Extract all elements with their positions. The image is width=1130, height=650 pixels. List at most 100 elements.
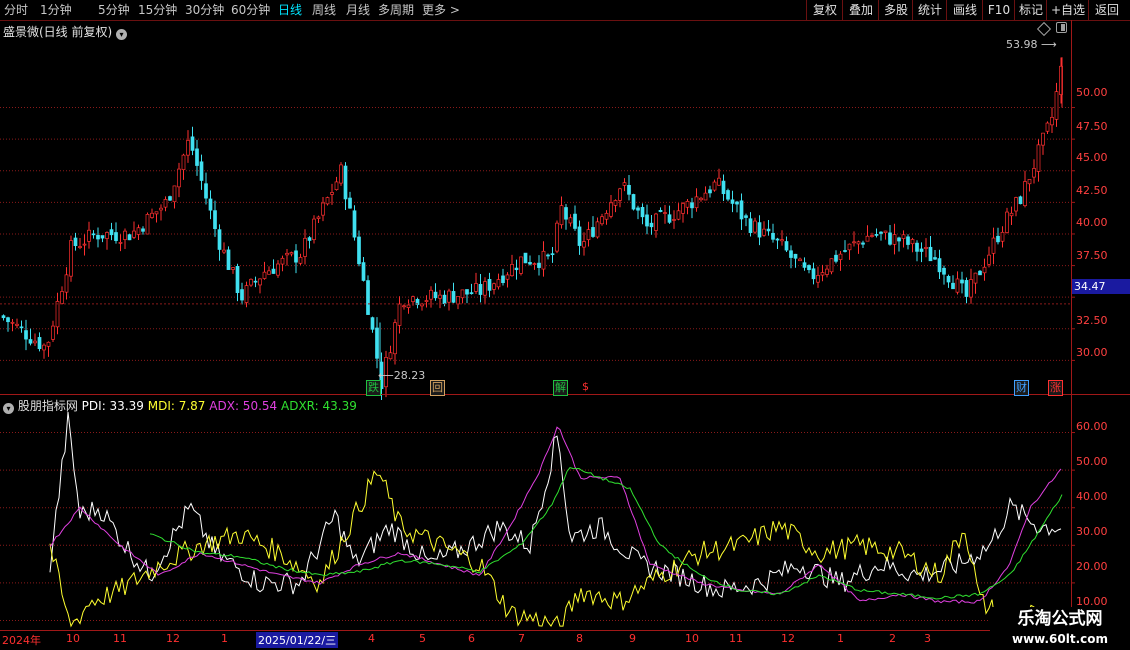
y-tick-30: 30.00 [1076, 346, 1108, 359]
candle-body [505, 274, 510, 280]
x-label-aug: 8 [576, 632, 583, 645]
candle-body [483, 281, 487, 296]
event-badge-unlock[interactable]: 解 [553, 380, 568, 396]
candle-body [933, 257, 937, 260]
candle-body [771, 232, 775, 240]
candle-body [780, 239, 784, 242]
event-badge-rise[interactable]: 涨 [1048, 380, 1063, 396]
candle-body [82, 243, 87, 246]
candle-body [870, 235, 874, 237]
ind-y-tick-30: 30.00 [1076, 525, 1108, 538]
candle-body [1050, 116, 1054, 126]
candle-body [627, 185, 631, 195]
candle-body [303, 237, 307, 257]
x-label-cursor-date: 2025/01/22/三 [256, 632, 339, 648]
candle-body [487, 278, 492, 291]
candle-body [393, 322, 397, 355]
chevron-down-icon[interactable]: ▾ [116, 29, 128, 40]
candle-body [690, 202, 694, 209]
candle-body [883, 230, 888, 234]
candle-body [132, 230, 136, 238]
candle-body [388, 352, 393, 360]
y-tick-40: 40.00 [1076, 216, 1108, 229]
candle-body [141, 228, 145, 232]
candle-body [649, 222, 654, 228]
x-label-nov: 11 [113, 632, 127, 645]
x-label-mar: 3 [924, 632, 931, 645]
candle-body [69, 240, 73, 277]
candle-body [217, 229, 222, 250]
candle-body [667, 214, 672, 223]
chevron-down-icon[interactable]: ▾ [3, 403, 14, 414]
candle-body [861, 242, 865, 245]
candle-body [600, 216, 604, 225]
candle-body [456, 296, 460, 305]
candle-body [654, 213, 658, 231]
candle-body [370, 317, 375, 330]
candle-body [154, 211, 159, 215]
x-label-may: 5 [419, 632, 426, 645]
candle-body [253, 280, 258, 283]
low-price-label: 28.23 [393, 369, 426, 382]
candle-body [991, 237, 996, 254]
candle-body [946, 276, 951, 283]
candle-body [901, 234, 906, 239]
stock-title: 盛景微(日线 前复权) [3, 25, 113, 39]
candle-body [1009, 212, 1014, 217]
candle-body [150, 212, 154, 218]
candle-body [87, 229, 91, 242]
candle-body [42, 344, 46, 351]
candle-body [951, 282, 955, 290]
candle-body [717, 177, 721, 186]
candle-body [357, 236, 361, 265]
event-badge-fall[interactable]: 跌 [366, 380, 381, 396]
candle-body [847, 243, 852, 251]
candle-body [442, 294, 447, 305]
candle-body [447, 290, 451, 303]
right-axis-divider [1071, 20, 1072, 631]
event-badge-dividend[interactable]: $ [581, 380, 590, 394]
candle-body [343, 165, 348, 200]
candle-body [802, 262, 807, 268]
candle-body [744, 215, 748, 218]
candle-body [1032, 168, 1036, 178]
candle-body [168, 196, 172, 201]
candle-body [118, 242, 123, 244]
candle-body [1, 315, 6, 319]
ind-y-tick-50: 50.00 [1076, 455, 1108, 468]
candle-body [348, 197, 352, 209]
y-tick-42-5: 42.50 [1076, 184, 1108, 197]
event-badge-finance[interactable]: 财 [1014, 380, 1029, 396]
candle-body [969, 279, 973, 298]
candle-body [186, 140, 190, 156]
candle-body [825, 268, 829, 275]
candle-body [753, 220, 757, 233]
kline-chart[interactable] [0, 0, 1130, 650]
candle-body [19, 326, 24, 329]
candle-body [987, 254, 991, 265]
candle-body [10, 321, 15, 324]
candle-body [546, 254, 550, 257]
candle-body [726, 190, 730, 200]
candle-body [411, 296, 415, 303]
candle-body [663, 212, 667, 214]
candle-body [856, 241, 861, 245]
x-label-sep: 9 [629, 632, 636, 645]
candle-body [820, 272, 825, 276]
candle-body [55, 301, 60, 328]
x-label-oct: 10 [66, 632, 80, 645]
candle-body [919, 248, 924, 252]
x-label-jan: 1 [221, 632, 228, 645]
candle-body [519, 256, 523, 274]
candle-body [595, 221, 600, 238]
candle-body [222, 249, 226, 253]
y-tick-47-5: 47.50 [1076, 120, 1108, 133]
panel-toggle-icon[interactable] [1056, 22, 1067, 33]
ind-y-tick-20: 20.00 [1076, 560, 1108, 573]
candle-body [789, 250, 793, 258]
event-badge-pullback[interactable]: 回 [430, 380, 445, 396]
candle-body [267, 270, 271, 275]
pdi-value: PDI: 33.39 [81, 399, 144, 413]
candle-body [397, 303, 402, 326]
candle-body [739, 200, 744, 220]
